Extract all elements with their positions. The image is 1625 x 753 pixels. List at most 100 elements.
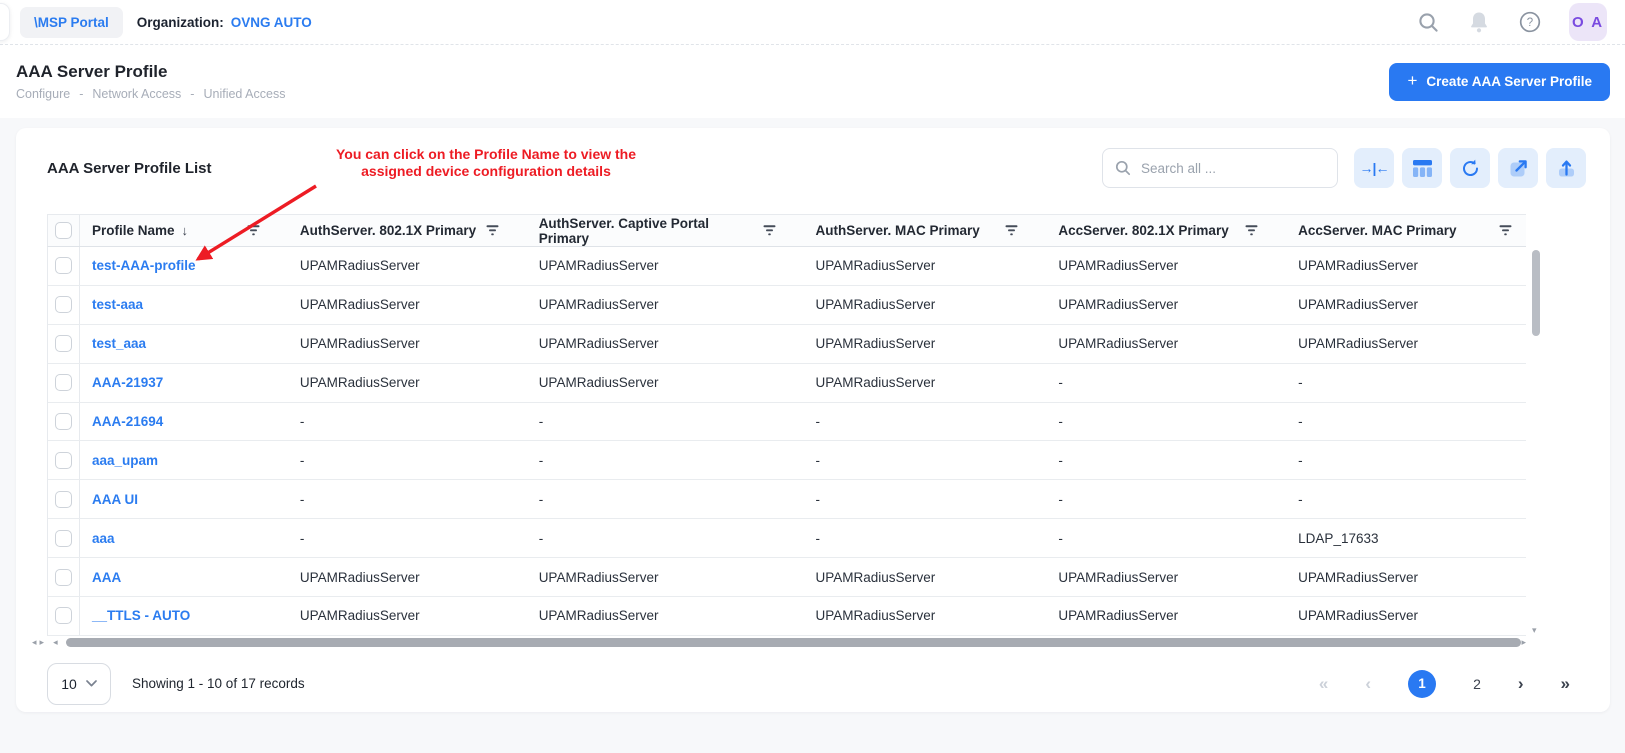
scrollbar-down-arrow-icon[interactable]: ▾ [1532,625,1537,636]
table-row: AAA-21937UPAMRadiusServerUPAMRadiusServe… [48,364,1526,403]
showing-records-text: Showing 1 - 10 of 17 records [132,676,305,691]
search-box [1102,148,1338,188]
page-button-1[interactable]: 1 [1408,670,1436,698]
profile-name-link[interactable]: test-AAA-profile [92,258,196,273]
help-icon[interactable]: ? [1518,10,1542,34]
cell-value: UPAMRadiusServer [527,336,804,351]
cell-value: UPAMRadiusServer [1046,570,1286,585]
column-nav-arrows[interactable]: ◂▸ [32,638,44,647]
row-checkbox[interactable] [55,296,72,313]
organization-value-link[interactable]: OVNG AUTO [231,15,312,30]
vertical-scrollbar[interactable]: ▾ [1530,248,1542,636]
vertical-scroll-thumb[interactable] [1532,250,1540,336]
column-header-accserver-802-1x-primary[interactable]: AccServer. 802.1X Primary [1046,223,1286,238]
row-checkbox[interactable] [55,257,72,274]
profile-name-link[interactable]: test_aaa [92,336,146,351]
profile-name-link[interactable]: aaa [92,531,115,546]
avatar[interactable]: O A [1569,3,1607,41]
row-checkbox[interactable] [55,530,72,547]
profile-name-link[interactable]: AAA [92,570,121,585]
filter-icon[interactable] [247,225,260,236]
profile-name-link[interactable]: AAA-21937 [92,375,163,390]
page-size-dropdown[interactable]: 10 [47,663,111,705]
table-row: AAA UI----- [48,480,1526,519]
scrollbar-right-arrow-icon[interactable]: ▸ [1521,638,1526,647]
breadcrumb-item-configure[interactable]: Configure [16,87,70,101]
aaa-profile-table: Profile Name ↓ AuthServer. 802.1X Primary A… [47,214,1526,650]
column-header-authserver-802-1x-primary[interactable]: AuthServer. 802.1X Primary [288,223,527,238]
breadcrumb-item-network-access[interactable]: Network Access [92,87,181,101]
column-header-authserver-mac-primary[interactable]: AuthServer. MAC Primary [804,223,1047,238]
profile-name-cell: test_aaa [80,336,288,351]
upload-icon[interactable] [1546,148,1586,188]
filter-icon[interactable] [763,225,776,236]
sidebar-edge-tab[interactable] [0,3,10,41]
column-label: Profile Name [92,223,175,238]
column-header-profile-name[interactable]: Profile Name ↓ [80,223,288,238]
horizontal-scroll-thumb[interactable] [66,638,1522,647]
column-label: AuthServer. 802.1X Primary [300,223,476,238]
row-checkbox[interactable] [55,335,72,352]
column-header-accserver-mac-primary[interactable]: AccServer. MAC Primary [1286,223,1526,238]
profile-name-link[interactable]: AAA-21694 [92,414,163,429]
select-all-checkbox[interactable] [55,222,72,239]
row-checkbox[interactable] [55,491,72,508]
column-label: AccServer. MAC Primary [1298,223,1456,238]
breadcrumb-item-unified-access[interactable]: Unified Access [203,87,285,101]
cell-value: - [1286,492,1526,507]
cell-value: UPAMRadiusServer [527,608,804,623]
last-page-icon[interactable]: » [1561,674,1570,694]
cell-value: - [804,492,1047,507]
row-checkbox-cell [48,325,80,363]
table-row: aaa----LDAP_17633 [48,519,1526,558]
create-aaa-server-profile-button[interactable]: + Create AAA Server Profile [1389,63,1610,101]
row-checkbox[interactable] [55,569,72,586]
table-row: aaa_upam----- [48,441,1526,480]
filter-icon[interactable] [1245,225,1258,236]
row-checkbox[interactable] [55,607,72,624]
sort-descending-icon[interactable]: ↓ [182,223,189,238]
cell-value: UPAMRadiusServer [804,570,1047,585]
cell-value: - [1286,414,1526,429]
profile-name-cell: aaa [80,531,288,546]
bell-icon[interactable] [1467,10,1491,34]
profile-name-link[interactable]: AAA UI [92,492,138,507]
page-button-2[interactable]: 2 [1473,676,1481,692]
cell-value: UPAMRadiusServer [288,570,527,585]
export-icon[interactable] [1498,148,1538,188]
horizontal-scrollbar[interactable]: ◂▸ ◂ ▸ [32,636,1526,650]
search-input[interactable] [1139,160,1325,177]
filter-icon[interactable] [1005,225,1018,236]
profile-name-link[interactable]: test-aaa [92,297,143,312]
table-columns-icon[interactable] [1402,148,1442,188]
filter-icon[interactable] [486,225,499,236]
cell-value: - [288,414,527,429]
cell-value: UPAMRadiusServer [804,336,1047,351]
profile-name-link[interactable]: aaa_upam [92,453,158,468]
breadcrumb: Configure - Network Access - Unified Acc… [16,87,285,101]
prev-page-icon[interactable]: ‹ [1365,674,1371,694]
collapse-columns-icon[interactable]: →|← [1354,148,1394,188]
cell-value: UPAMRadiusServer [288,258,527,273]
cell-value: UPAMRadiusServer [1286,258,1526,273]
cell-value: UPAMRadiusServer [527,297,804,312]
page-header: AAA Server Profile Configure - Network A… [0,45,1625,118]
row-checkbox[interactable] [55,452,72,469]
column-header-authserver-captive-portal-primary[interactable]: AuthServer. Captive Portal Primary [527,216,804,246]
refresh-icon[interactable] [1450,148,1490,188]
first-page-icon[interactable]: « [1319,674,1328,694]
search-icon[interactable] [1416,10,1440,34]
cell-value: UPAMRadiusServer [527,375,804,390]
profile-name-link[interactable]: __TTLS - AUTO [92,608,190,623]
cell-value: - [804,414,1047,429]
annotation-text: You can click on the Profile Name to vie… [296,146,676,180]
next-page-icon[interactable]: › [1518,674,1524,694]
cell-value: - [527,492,804,507]
msp-portal-button[interactable]: \MSP Portal [20,7,123,38]
cell-value: UPAMRadiusServer [1286,608,1526,623]
row-checkbox[interactable] [55,413,72,430]
filter-icon[interactable] [1499,225,1512,236]
row-checkbox-cell [48,597,80,635]
row-checkbox[interactable] [55,374,72,391]
profile-name-cell: AAA UI [80,492,288,507]
